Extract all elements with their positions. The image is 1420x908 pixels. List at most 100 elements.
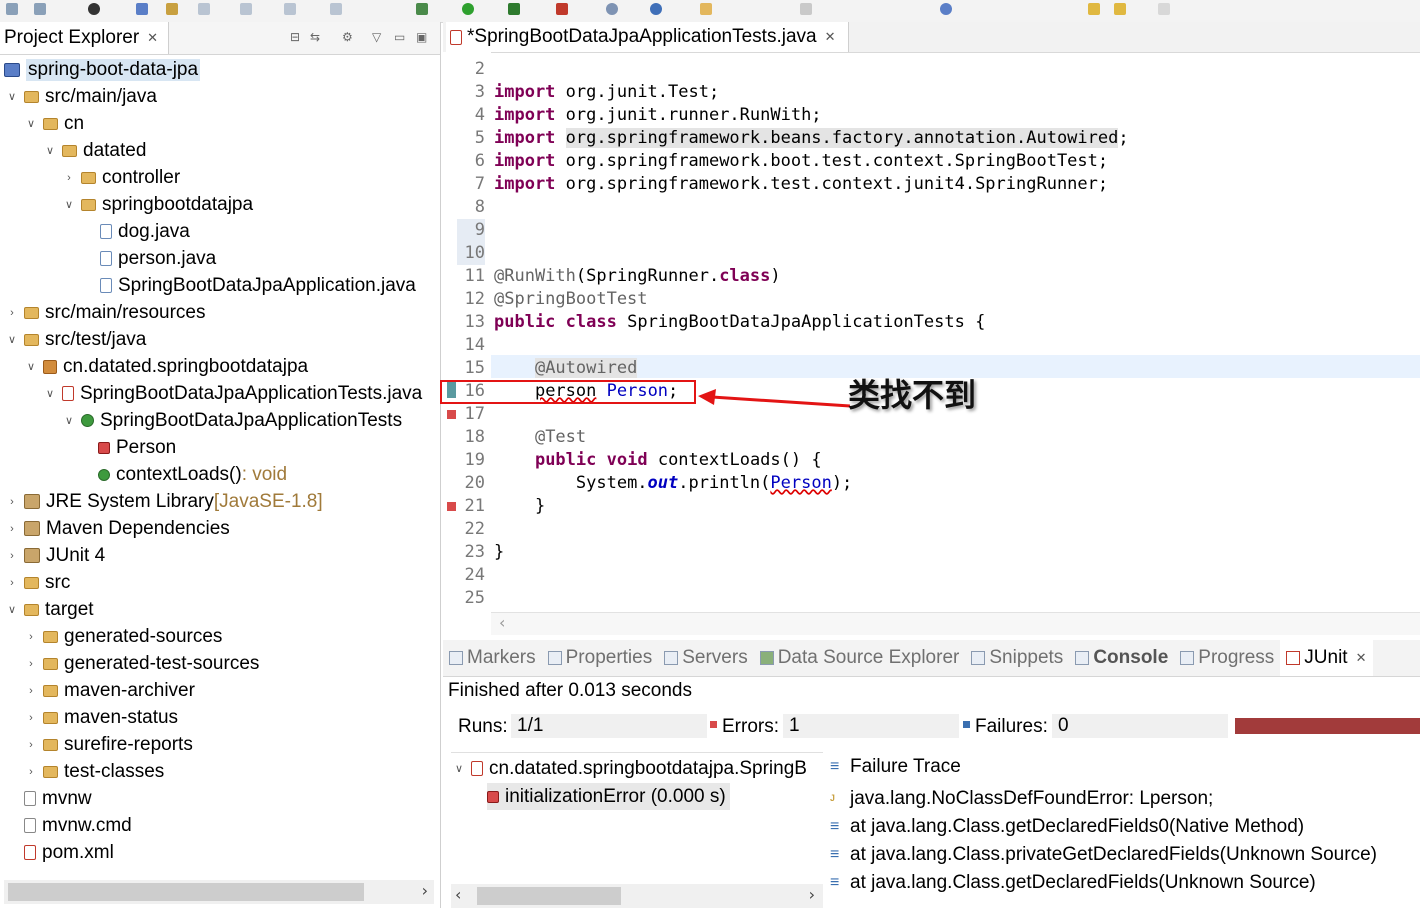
tests-horizontal-scrollbar[interactable]: ‹ › [451, 884, 823, 908]
toolbar-forward-icon[interactable] [1114, 3, 1126, 15]
chevron-down-icon[interactable]: ∨ [61, 198, 77, 211]
tab-junit[interactable]: JUnit ✕ [1280, 640, 1373, 676]
chevron-right-icon[interactable]: › [23, 685, 39, 697]
scroll-left-icon[interactable]: ‹ [499, 613, 505, 632]
tree-item-test-package[interactable]: ∨ cn.datated.springbootdatajpa [23, 353, 308, 380]
tree-item-pom-xml[interactable]: pom.xml [24, 839, 114, 866]
chevron-down-icon[interactable]: ∨ [61, 414, 77, 427]
collapse-all-icon[interactable]: ⊟ [290, 30, 300, 44]
tab-snippets[interactable]: Snippets [965, 647, 1069, 669]
tab-servers[interactable]: Servers [658, 647, 753, 669]
tree-item-dog-java[interactable]: dog.java [100, 218, 190, 245]
tree-item-maven-status[interactable]: › maven-status [23, 704, 178, 731]
chevron-right-icon[interactable]: › [23, 712, 39, 724]
chevron-down-icon[interactable]: ∨ [4, 90, 20, 103]
chevron-down-icon[interactable]: ∨ [4, 333, 20, 346]
view-menu-icon[interactable]: ▽ [372, 30, 381, 44]
close-icon[interactable]: ✕ [1356, 650, 1367, 666]
tab-project-explorer[interactable]: Project Explorer ✕ [0, 22, 170, 54]
error-marker-icon[interactable] [447, 502, 456, 511]
toolbar-terminal-icon[interactable] [136, 3, 148, 15]
tree-item-test-class[interactable]: ∨ SpringBootDataJpaApplicationTests [61, 407, 402, 434]
toolbar-save-icon[interactable] [6, 3, 18, 15]
tree-item-src-test-java[interactable]: ∨ src/test/java [4, 326, 146, 353]
scrollbar-thumb[interactable] [477, 887, 621, 905]
chevron-right-icon[interactable]: › [23, 739, 39, 751]
tree-item-test-classes[interactable]: › test-classes [23, 758, 164, 785]
explorer-horizontal-scrollbar[interactable]: › [4, 880, 434, 904]
tab-data-source-explorer[interactable]: Data Source Explorer [754, 647, 966, 669]
chevron-right-icon[interactable]: › [4, 577, 20, 589]
chevron-right-icon[interactable]: › [4, 307, 20, 319]
chevron-right-icon[interactable]: › [61, 172, 77, 184]
code-editor[interactable]: *SpringBootDataJpaApplicationTests.java … [443, 22, 1420, 638]
editor-horizontal-scrollbar[interactable]: ‹ [491, 612, 1420, 635]
tab-progress[interactable]: Progress [1174, 647, 1280, 669]
tree-item-springbootdatajpa[interactable]: ∨ springbootdatajpa [61, 191, 253, 218]
toolbar-globe-icon[interactable] [650, 3, 662, 15]
filter-icon[interactable]: ⚙ [342, 30, 353, 44]
toolbar-run-icon[interactable] [462, 3, 474, 15]
chevron-right-icon[interactable]: › [4, 496, 20, 508]
chevron-down-icon[interactable]: ∨ [451, 762, 467, 775]
scroll-left-icon[interactable]: ‹ [455, 885, 461, 904]
toolbar-step-icon[interactable] [240, 3, 252, 15]
tab-markers[interactable]: Markers [443, 647, 542, 669]
link-with-editor-icon[interactable]: ⇆ [310, 30, 320, 44]
chevron-right-icon[interactable]: › [4, 550, 20, 562]
chevron-down-icon[interactable]: ∨ [42, 144, 58, 157]
test-suite-row[interactable]: ∨ cn.datated.springbootdatajpa.SpringB [451, 755, 807, 782]
tree-item-generated-test-sources[interactable]: › generated-test-sources [23, 650, 259, 677]
tree-item-application-java[interactable]: SpringBootDataJpaApplication.java [100, 272, 416, 299]
tree-item-method-contextloads[interactable]: contextLoads() : void [98, 461, 287, 488]
tree-item-junit4[interactable]: › JUnit 4 [4, 542, 105, 569]
chevron-right-icon[interactable]: › [23, 658, 39, 670]
tree-item-field-person[interactable]: Person [98, 434, 176, 461]
scroll-right-icon[interactable]: › [809, 885, 815, 904]
tree-item-cn[interactable]: ∨ cn [23, 110, 84, 137]
toolbar-step-icon[interactable] [198, 3, 210, 15]
toolbar-search-icon[interactable] [166, 3, 178, 15]
tree-item-maven-archiver[interactable]: › maven-archiver [23, 677, 195, 704]
chevron-right-icon[interactable]: › [23, 631, 39, 643]
toolbar-save-all-icon[interactable] [34, 3, 46, 15]
maximize-icon[interactable]: ▣ [416, 30, 427, 44]
toolbar-open-folder-icon[interactable] [700, 3, 712, 15]
toolbar-coverage-icon[interactable] [508, 3, 520, 15]
test-results-tree[interactable]: ∨ cn.datated.springbootdatajpa.SpringB i… [451, 752, 823, 888]
trace-line[interactable]: ≡ at java.lang.Class.privateGetDeclaredF… [830, 842, 1377, 868]
toolbar-debug-run-icon[interactable] [416, 3, 428, 15]
chevron-down-icon[interactable]: ∨ [4, 603, 20, 616]
tree-item-src[interactable]: › src [4, 569, 70, 596]
error-marker-icon[interactable] [447, 410, 456, 419]
trace-line[interactable]: ᴶ java.lang.NoClassDefFoundError: Lperso… [830, 786, 1213, 812]
chevron-down-icon[interactable]: ∨ [23, 117, 39, 130]
tree-item-controller[interactable]: › controller [61, 164, 180, 191]
trace-line[interactable]: ≡ at java.lang.Class.getDeclaredFields0(… [830, 814, 1304, 840]
tree-item-maven-deps[interactable]: › Maven Dependencies [4, 515, 230, 542]
chevron-down-icon[interactable]: ∨ [23, 360, 39, 373]
tree-item-person-java[interactable]: person.java [100, 245, 216, 272]
toolbar-external-tools-icon[interactable] [556, 3, 568, 15]
tree-item-surefire-reports[interactable]: › surefire-reports [23, 731, 193, 758]
toolbar-nav-icon[interactable] [940, 3, 952, 15]
tree-item-jre[interactable]: › JRE System Library [JavaSE-1.8] [4, 488, 323, 515]
tree-item-src-main-resources[interactable]: › src/main/resources [4, 299, 205, 326]
toolbar-step-icon[interactable] [284, 3, 296, 15]
toolbar-step-icon[interactable] [330, 3, 342, 15]
tab-console[interactable]: Console [1069, 647, 1174, 669]
tree-item-mvnw[interactable]: mvnw [24, 785, 92, 812]
test-case-row[interactable]: initializationError (0.000 s) [487, 783, 730, 810]
toolbar-back-icon[interactable] [1088, 3, 1100, 15]
tree-item-mvnw-cmd[interactable]: mvnw.cmd [24, 812, 132, 839]
tree-item-src-main-java[interactable]: ∨ src/main/java [4, 83, 157, 110]
tree-item-generated-sources[interactable]: › generated-sources [23, 623, 222, 650]
chevron-down-icon[interactable]: ∨ [42, 387, 58, 400]
scrollbar-thumb[interactable] [8, 883, 364, 901]
tab-properties[interactable]: Properties [542, 647, 659, 669]
minimize-icon[interactable]: ▭ [394, 30, 405, 44]
close-icon[interactable]: ✕ [147, 30, 158, 46]
tree-item-project[interactable]: spring-boot-data-jpa [4, 56, 201, 83]
chevron-right-icon[interactable]: › [23, 766, 39, 778]
toolbar-pin-icon[interactable] [800, 3, 812, 15]
